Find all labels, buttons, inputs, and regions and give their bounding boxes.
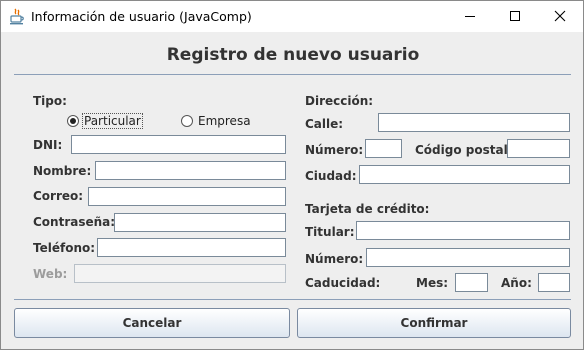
- contrasena-field[interactable]: [114, 213, 286, 232]
- close-button[interactable]: [537, 1, 583, 32]
- numero-field[interactable]: [365, 139, 402, 158]
- form-heading: Registro de nuevo usuario: [166, 45, 420, 65]
- tarjeta-numero-label: Número:: [305, 252, 364, 266]
- cancel-button[interactable]: Cancelar: [14, 308, 290, 338]
- titular-field[interactable]: [356, 221, 570, 240]
- radio-particular-label[interactable]: Particular: [82, 113, 143, 129]
- direccion-label: Dirección:: [305, 94, 374, 108]
- calle-label: Calle:: [305, 117, 344, 131]
- tipo-label: Tipo:: [33, 94, 67, 108]
- minimize-icon: [465, 16, 475, 17]
- telefono-label: Teléfono:: [33, 241, 96, 255]
- confirm-button[interactable]: Confirmar: [297, 308, 571, 338]
- nombre-label: Nombre:: [33, 164, 92, 178]
- mes-label: Mes:: [416, 276, 449, 290]
- form-panel: Registro de nuevo usuario Tipo: Particul…: [1, 32, 583, 349]
- ciudad-field[interactable]: [359, 165, 570, 184]
- radio-selected-dot: [70, 118, 76, 124]
- tarjeta-numero-field[interactable]: [366, 248, 570, 267]
- correo-label: Correo:: [33, 189, 84, 203]
- app-window: Información de usuario (JavaComp) Regist…: [0, 0, 584, 350]
- minimize-button[interactable]: [447, 1, 493, 32]
- radio-particular[interactable]: [67, 115, 79, 127]
- web-label: Web:: [33, 267, 68, 281]
- radio-empresa[interactable]: [181, 115, 193, 127]
- radio-empresa-label[interactable]: Empresa: [198, 114, 251, 128]
- codigo-postal-label: Código postal:: [415, 143, 513, 157]
- codigo-postal-field[interactable]: [507, 139, 570, 158]
- buttons-separator: [14, 299, 571, 300]
- ciudad-label: Ciudad:: [305, 169, 357, 183]
- correo-field[interactable]: [88, 187, 286, 206]
- caducidad-label: Caducidad:: [305, 276, 381, 290]
- dni-field[interactable]: [71, 135, 286, 154]
- tarjeta-label: Tarjeta de crédito:: [305, 202, 430, 216]
- calle-field[interactable]: [378, 113, 570, 132]
- titular-label: Titular:: [305, 225, 355, 239]
- web-field: [74, 264, 286, 283]
- title-bar[interactable]: Información de usuario (JavaComp): [1, 1, 583, 32]
- numero-label: Número:: [305, 143, 364, 157]
- anio-label: Año:: [501, 276, 532, 290]
- maximize-button[interactable]: [492, 1, 538, 32]
- close-icon: [554, 10, 566, 22]
- contrasena-label: Contraseña:: [33, 215, 116, 229]
- nombre-field[interactable]: [95, 161, 286, 180]
- telefono-field[interactable]: [97, 238, 286, 257]
- dni-label: DNI:: [33, 138, 63, 152]
- mes-field[interactable]: [455, 273, 488, 292]
- window-title: Información de usuario (JavaComp): [31, 9, 252, 24]
- maximize-icon: [510, 11, 520, 21]
- java-cup-icon: [9, 8, 25, 25]
- anio-field[interactable]: [538, 273, 570, 292]
- heading-separator: [14, 74, 571, 75]
